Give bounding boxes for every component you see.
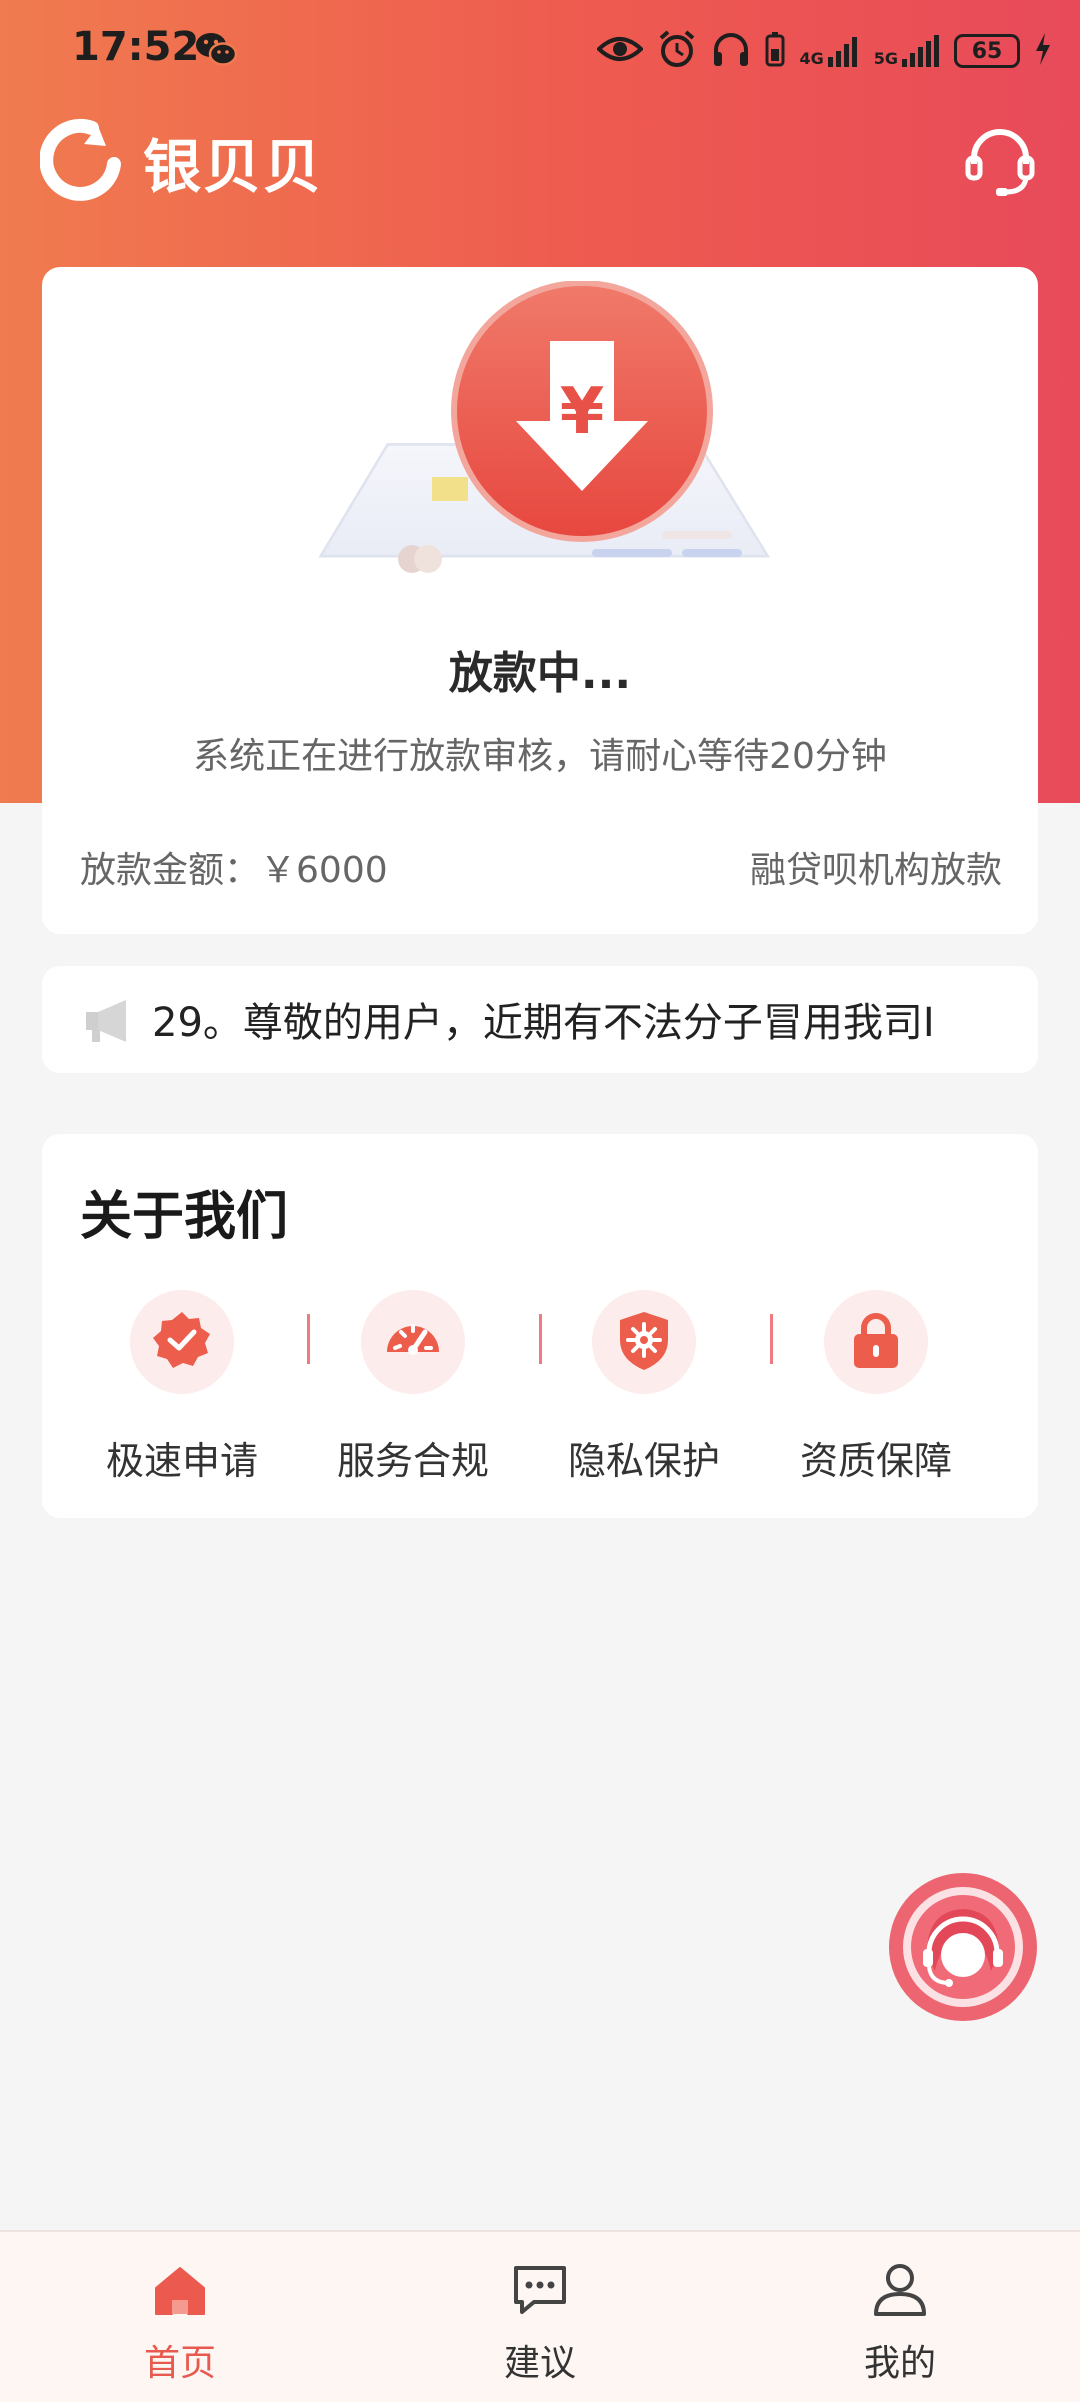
feature-label: 服务合规 — [336, 1439, 489, 1483]
headphones-icon — [711, 30, 751, 72]
status-description: 系统正在进行放款审核，请耐心等待20分钟 — [193, 736, 887, 777]
home-icon — [155, 2267, 205, 2315]
floating-customer-service-button[interactable] — [887, 1871, 1039, 2027]
notice-text: 29。尊敬的用户，近期有不法分子冒用我司I — [152, 1000, 935, 1046]
about-us-section: 关于我们 极速申请 服务合规 隐私保护 资质保障 — [42, 1134, 1038, 1518]
about-us-title: 关于我们 — [80, 1187, 289, 1247]
signal-4g-icon: 4G — [799, 35, 859, 67]
loan-amount-value: ￥6000 — [260, 850, 388, 891]
svg-text:¥: ¥ — [560, 375, 605, 449]
feature-compliant-service[interactable]: 服务合规 — [297, 1290, 529, 1485]
user-icon — [874, 2264, 926, 2316]
wechat-notification-icon — [194, 30, 238, 72]
charging-icon — [1034, 32, 1052, 70]
customer-service-icon[interactable] — [962, 124, 1038, 204]
status-time: 17:52 — [72, 24, 200, 70]
bottom-tab-bar: 首页 建议 我的 — [0, 2230, 1080, 2402]
speedometer-icon — [381, 1308, 445, 1376]
tab-label: 我的 — [863, 2343, 936, 2384]
alarm-icon — [657, 29, 697, 73]
megaphone-icon — [82, 996, 132, 1050]
eye-icon — [596, 34, 645, 68]
feature-qualification-guarantee[interactable]: 资质保障 — [760, 1290, 992, 1485]
feature-privacy-protection[interactable]: 隐私保护 — [528, 1290, 760, 1485]
feature-label: 资质保障 — [799, 1439, 952, 1483]
feature-label: 极速申请 — [105, 1439, 258, 1483]
tab-suggestions[interactable]: 建议 — [440, 2232, 640, 2402]
loan-amount-label: 放款金额： — [80, 850, 261, 891]
app-name: 银贝贝 — [143, 133, 324, 201]
tab-label: 建议 — [503, 2343, 576, 2384]
lender-name: 融贷呗机构放款 — [749, 850, 1002, 891]
battery-indicator: 65 — [954, 34, 1020, 68]
battery-saver-icon — [765, 31, 785, 71]
lock-icon — [844, 1308, 908, 1376]
feature-label: 隐私保护 — [567, 1439, 720, 1483]
chat-icon — [514, 2266, 566, 2314]
tab-mine[interactable]: 我的 — [800, 2232, 1000, 2402]
loan-amount: 放款金额：￥6000 — [80, 841, 388, 893]
feature-fast-apply[interactable]: 极速申请 — [66, 1290, 298, 1485]
shield-icon — [612, 1308, 676, 1376]
tab-home[interactable]: 首页 — [80, 2232, 280, 2402]
status-title: 放款中... — [448, 648, 632, 699]
tab-label: 首页 — [143, 2343, 216, 2384]
notice-bar[interactable]: 29。尊敬的用户，近期有不法分子冒用我司I — [42, 966, 1038, 1073]
signal-5g-icon: 5G — [874, 35, 940, 67]
loan-disbursement-illustration: ¥ — [312, 280, 772, 605]
status-bar: 17:52 4G 5G 65 — [0, 0, 1080, 100]
check-badge-icon — [150, 1308, 214, 1376]
app-logo-icon — [39, 118, 124, 206]
loan-status-card: ¥ 放款中... 系统正在进行放款审核，请耐心等待20分钟 放款金额：￥6000… — [42, 267, 1038, 934]
